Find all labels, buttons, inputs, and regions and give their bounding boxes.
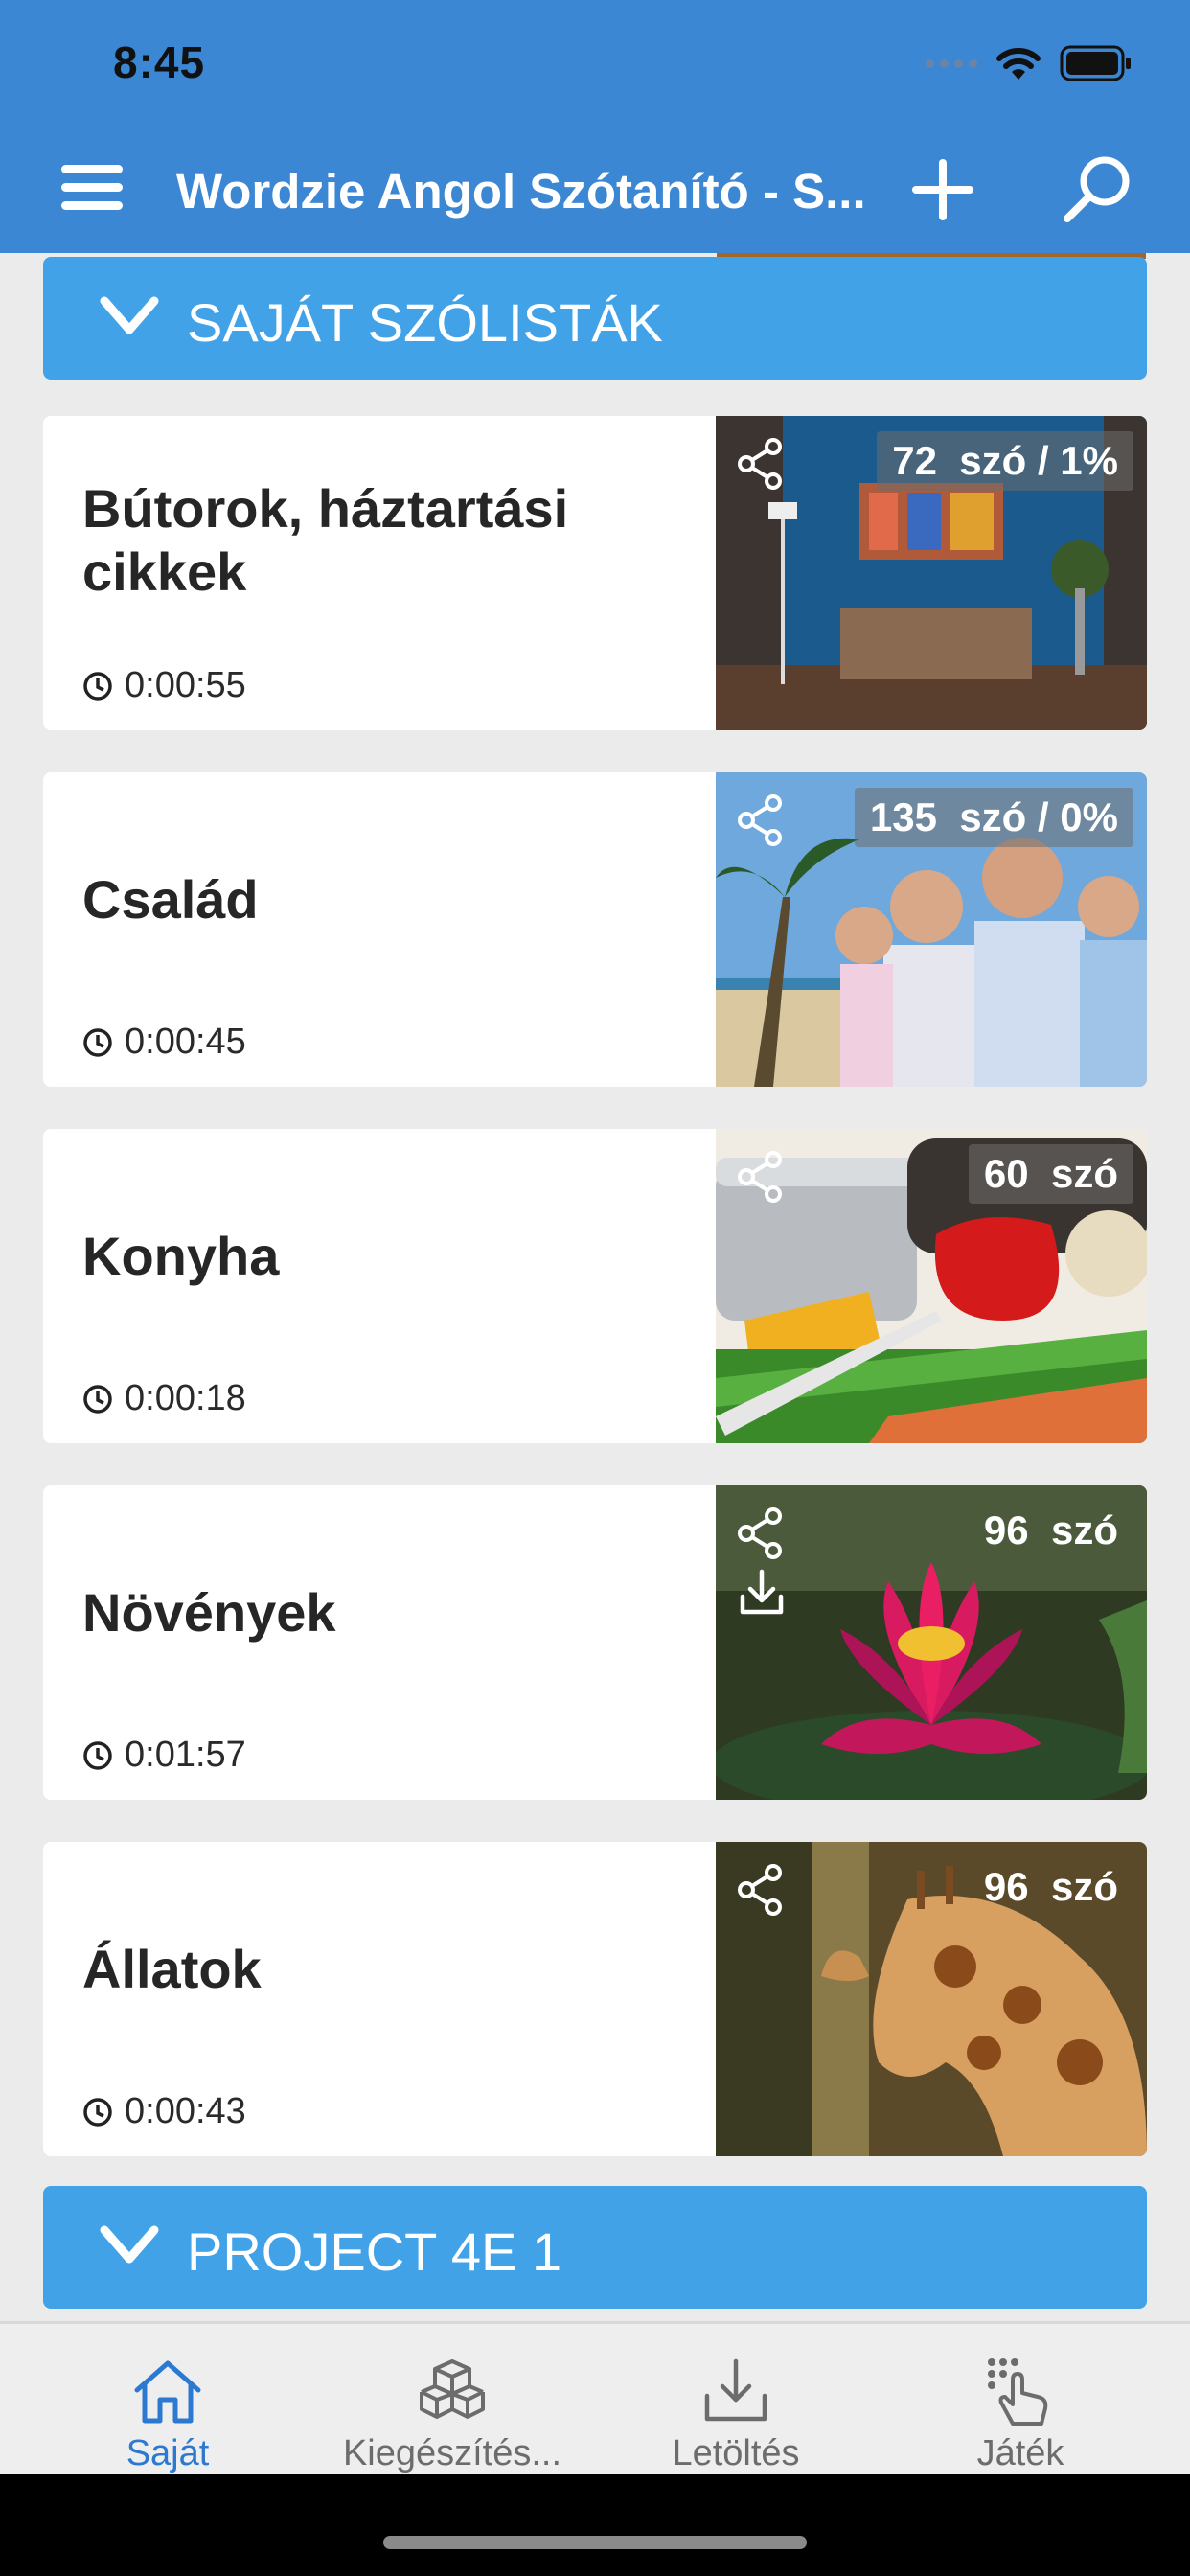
card-image-kitchen: 60 szó [716,1129,1147,1443]
card-image-animals: 96 szó [716,1842,1147,2156]
card-title: Bútorok, háztartási cikkek [82,478,569,602]
download-icon[interactable] [735,1566,789,1620]
clock-icon [83,2097,112,2127]
card-image-family: 135 szó / 0% [716,772,1147,1087]
tab-game[interactable]: Játék [877,2353,1164,2474]
word-count-badge: 96 szó [983,1864,1118,1909]
word-count-badge: 72 szó / 1% [877,431,1133,491]
clock-icon [83,1027,112,1057]
card-title: Család [82,869,259,930]
word-list-card[interactable]: Növények 0:01:57 96 szó [43,1485,1147,1800]
word-list-card[interactable]: Konyha 0:00:18 60 szó [43,1129,1147,1443]
search-icon[interactable] [1062,153,1133,224]
section-label: PROJECT 4E 1 [187,2221,562,2282]
word-list-card[interactable]: Bútorok, háztartási cikkek 0:00:55 72 sz… [43,416,1147,730]
home-indicator[interactable] [383,2536,807,2549]
share-icon[interactable] [735,1150,785,1204]
card-title: Konyha [82,1226,280,1286]
tab-download[interactable]: Letöltés [592,2353,880,2474]
tab-own[interactable]: Saját [24,2353,311,2474]
card-image-plants: 96 szó [716,1485,1147,1800]
word-list-card[interactable]: Állatok 0:00:43 96 szó [43,1842,1147,2156]
tab-label: Saját [126,2433,210,2473]
bottom-tab-bar: Saját Kiegészítés... Letöltés Játék [0,2321,1190,2474]
page-title: Wordzie Angol Szótanító - S... [176,164,866,218]
word-list-scroll[interactable]: SAJÁT SZÓLISTÁK Bútorok, háztartási cikk… [0,253,1190,2321]
card-time-label: 0:00:18 [125,1378,246,1418]
word-count-badge: 96 szó [983,1507,1118,1552]
tab-label: Játék [976,2433,1064,2473]
word-count-badge: 135 szó / 0% [854,788,1133,847]
card-time-label: 0:00:43 [125,2091,246,2131]
tab-label: Kiegészítés... [342,2433,562,2473]
card-title: Növények [82,1582,336,1643]
card-time: 0:01:57 [82,1735,246,1776]
card-time-label: 0:00:55 [125,665,246,705]
app-header: 8:45 Wordzie Angol Szótanító - S... [0,0,1190,253]
add-icon[interactable] [910,157,975,222]
tab-label: Letöltés [672,2433,800,2473]
wifi-icon [995,45,1042,81]
card-time: 0:00:18 [82,1378,246,1419]
share-icon[interactable] [735,1863,785,1917]
card-time: 0:00:55 [82,665,246,706]
tab-extensions[interactable]: Kiegészítés... [309,2353,596,2474]
hamburger-menu-icon[interactable] [61,165,123,211]
word-count-badge: 60 szó [968,1144,1133,1204]
status-time: 8:45 [113,37,206,87]
section-label: SAJÁT SZÓLISTÁK [187,292,663,353]
card-time: 0:00:45 [82,1022,246,1063]
clock-icon [83,1384,112,1414]
chevron-down-icon [100,2225,159,2264]
status-indicators [926,42,1133,84]
clock-icon [83,671,112,701]
home-icon [134,2360,201,2424]
chevron-down-icon [100,296,159,334]
share-icon[interactable] [735,1506,785,1560]
download-icon [704,2358,767,2422]
word-list-card[interactable]: Család 0:00:45 135 szó / 0% [43,772,1147,1087]
cubes-icon [420,2359,485,2419]
cellular-signal-icon [926,58,977,68]
card-time-label: 0:01:57 [125,1735,246,1775]
section-header-own-lists[interactable]: SAJÁT SZÓLISTÁK [43,257,1147,380]
card-time-label: 0:00:45 [125,1022,246,1062]
touch-icon [988,2358,1048,2426]
share-icon[interactable] [735,794,785,847]
share-icon[interactable] [735,437,785,491]
system-home-area [0,2474,1190,2576]
section-header-project[interactable]: PROJECT 4E 1 [43,2186,1147,2309]
battery-icon [1060,45,1133,81]
card-time: 0:00:43 [82,2091,246,2132]
clock-icon [83,1740,112,1770]
card-title: Állatok [82,1939,262,1999]
card-image-furniture: 72 szó / 1% [716,416,1147,730]
